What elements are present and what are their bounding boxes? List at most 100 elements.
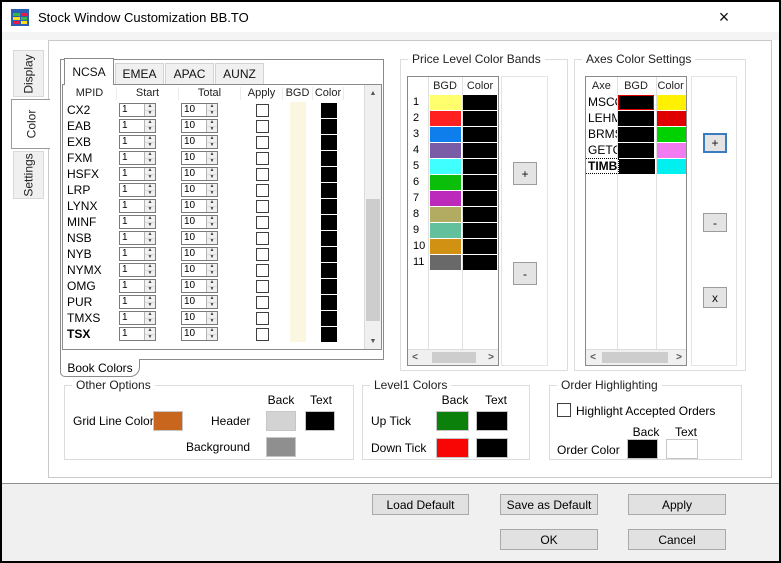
spinner-down-icon[interactable]: ▼ [145, 143, 155, 149]
band-bgd-swatch[interactable] [430, 207, 461, 222]
scrollbar-thumb[interactable] [602, 352, 668, 363]
apply-checkbox[interactable] [256, 312, 269, 325]
axe-color-swatch[interactable] [656, 127, 686, 142]
scrollbar-thumb[interactable] [366, 199, 380, 321]
order-back-swatch[interactable] [627, 439, 658, 459]
load-default-button[interactable]: Load Default [372, 494, 469, 515]
apply-checkbox[interactable] [256, 248, 269, 261]
spinner-down-icon[interactable]: ▼ [207, 159, 217, 165]
bgd-swatch[interactable] [290, 102, 306, 118]
scrollbar-thumb[interactable] [432, 352, 476, 363]
header-back-swatch[interactable] [266, 411, 296, 431]
tab-ncsa[interactable]: NCSA [64, 58, 114, 85]
spinner-down-icon[interactable]: ▼ [145, 287, 155, 293]
start-spinner[interactable]: 1▲▼ [119, 119, 156, 133]
spinner-down-icon[interactable]: ▼ [145, 127, 155, 133]
color-swatch[interactable] [321, 135, 337, 150]
axe-color-swatch[interactable] [656, 95, 686, 110]
color-swatch[interactable] [321, 311, 337, 326]
spinner-down-icon[interactable]: ▼ [207, 111, 217, 117]
grid-line-color-swatch[interactable] [153, 411, 183, 431]
total-spinner[interactable]: 10▲▼ [181, 103, 218, 117]
bgd-swatch[interactable] [290, 198, 306, 214]
spinner-down-icon[interactable]: ▼ [145, 335, 155, 341]
color-swatch[interactable] [321, 119, 337, 134]
band-color-swatch[interactable] [463, 127, 497, 142]
spinner-down-icon[interactable]: ▼ [207, 207, 217, 213]
apply-checkbox[interactable] [256, 328, 269, 341]
total-spinner[interactable]: 10▲▼ [181, 151, 218, 165]
total-spinner[interactable]: 10▲▼ [181, 215, 218, 229]
up-tick-back-swatch[interactable] [436, 411, 469, 431]
total-spinner[interactable]: 10▲▼ [181, 327, 218, 341]
tab-apac[interactable]: APAC [165, 63, 214, 85]
add-band-button[interactable]: + [513, 162, 537, 185]
spinner-down-icon[interactable]: ▼ [207, 127, 217, 133]
start-spinner[interactable]: 1▲▼ [119, 263, 156, 277]
spinner-down-icon[interactable]: ▼ [207, 287, 217, 293]
color-swatch[interactable] [321, 247, 337, 262]
axe-bgd-swatch[interactable] [619, 159, 655, 174]
spinner-down-icon[interactable]: ▼ [207, 223, 217, 229]
start-spinner[interactable]: 1▲▼ [119, 231, 156, 245]
apply-checkbox[interactable] [256, 216, 269, 229]
tab-aunz[interactable]: AUNZ [215, 63, 264, 85]
band-color-swatch[interactable] [463, 191, 497, 206]
horizontal-scrollbar[interactable]: < > [408, 349, 498, 365]
down-tick-back-swatch[interactable] [436, 438, 469, 458]
tab-book-colors[interactable]: Book Colors [60, 359, 140, 377]
remove-axe-button[interactable]: - [703, 213, 727, 232]
color-swatch[interactable] [321, 199, 337, 214]
scroll-left-icon[interactable]: < [408, 350, 422, 365]
bgd-swatch[interactable] [290, 230, 306, 246]
band-bgd-swatch[interactable] [430, 143, 461, 158]
spinner-down-icon[interactable]: ▼ [207, 303, 217, 309]
delete-axe-button[interactable]: x [703, 287, 727, 308]
start-spinner[interactable]: 1▲▼ [119, 151, 156, 165]
total-spinner[interactable]: 10▲▼ [181, 263, 218, 277]
apply-checkbox[interactable] [256, 280, 269, 293]
band-bgd-swatch[interactable] [430, 191, 461, 206]
spinner-down-icon[interactable]: ▼ [145, 191, 155, 197]
save-as-default-button[interactable]: Save as Default [500, 494, 598, 515]
total-spinner[interactable]: 10▲▼ [181, 119, 218, 133]
horizontal-scrollbar[interactable]: < > [586, 349, 686, 365]
band-bgd-swatch[interactable] [430, 111, 461, 126]
total-spinner[interactable]: 10▲▼ [181, 295, 218, 309]
spinner-down-icon[interactable]: ▼ [145, 207, 155, 213]
band-bgd-swatch[interactable] [430, 159, 461, 174]
total-spinner[interactable]: 10▲▼ [181, 247, 218, 261]
total-spinner[interactable]: 10▲▼ [181, 183, 218, 197]
color-swatch[interactable] [321, 167, 337, 182]
band-color-swatch[interactable] [463, 95, 497, 110]
tab-color[interactable]: Color [11, 99, 50, 149]
bgd-swatch[interactable] [290, 294, 306, 310]
scroll-up-icon[interactable]: ▲ [365, 85, 381, 101]
spinner-down-icon[interactable]: ▼ [207, 175, 217, 181]
header-text-swatch[interactable] [305, 411, 335, 431]
apply-checkbox[interactable] [256, 232, 269, 245]
axe-label[interactable]: GETC [586, 143, 617, 157]
axe-bgd-swatch[interactable] [618, 143, 654, 158]
apply-checkbox[interactable] [256, 296, 269, 309]
band-bgd-swatch[interactable] [430, 95, 461, 110]
spinner-down-icon[interactable]: ▼ [207, 271, 217, 277]
axe-color-swatch[interactable] [656, 159, 686, 174]
start-spinner[interactable]: 1▲▼ [119, 199, 156, 213]
band-bgd-swatch[interactable] [430, 127, 461, 142]
total-spinner[interactable]: 10▲▼ [181, 279, 218, 293]
apply-checkbox[interactable] [256, 104, 269, 117]
background-swatch[interactable] [266, 437, 296, 457]
apply-checkbox[interactable] [256, 120, 269, 133]
color-swatch[interactable] [321, 263, 337, 278]
color-swatch[interactable] [321, 295, 337, 310]
band-bgd-swatch[interactable] [430, 239, 461, 254]
axe-label[interactable]: LEHM [586, 111, 617, 125]
tab-emea[interactable]: EMEA [115, 63, 164, 85]
apply-checkbox[interactable] [256, 264, 269, 277]
bgd-swatch[interactable] [290, 278, 306, 294]
axe-bgd-swatch[interactable] [618, 127, 654, 142]
scroll-right-icon[interactable]: > [672, 350, 686, 365]
bgd-swatch[interactable] [290, 214, 306, 230]
axe-label[interactable]: TIMB [586, 159, 618, 173]
